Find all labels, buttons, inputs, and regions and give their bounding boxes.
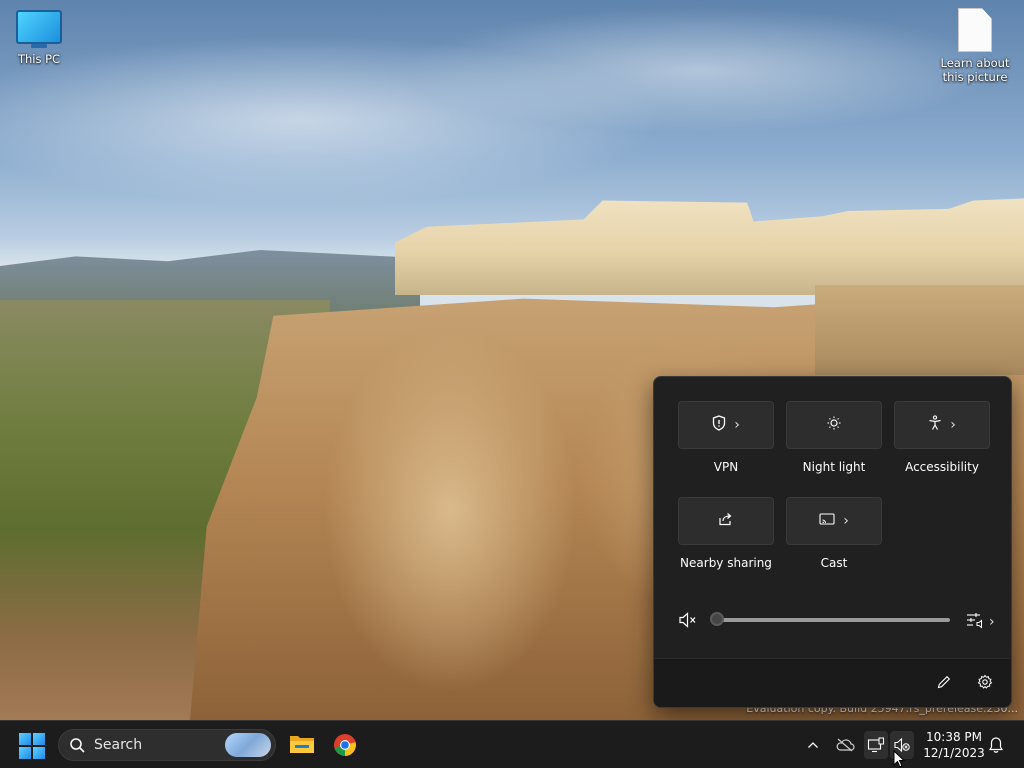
quick-settings-footer	[654, 658, 1011, 707]
vpn-button[interactable]: ›	[678, 401, 774, 449]
taskbar-search-box[interactable]: Search	[58, 729, 276, 761]
mouse-cursor-icon	[893, 749, 906, 772]
accessibility-icon	[928, 415, 942, 435]
cast-label: Cast	[820, 556, 848, 570]
volume-row: ›	[678, 609, 995, 633]
volume-slider-thumb[interactable]	[710, 612, 724, 626]
start-button[interactable]	[19, 733, 45, 759]
audio-mixer-icon	[965, 611, 985, 633]
quick-settings-panel: › VPN Night light › Accessibility Nearby…	[653, 376, 1012, 708]
volume-slider-track[interactable]	[718, 618, 950, 622]
accessibility-tile: › Accessibility	[894, 401, 990, 474]
chevron-right-icon: ›	[734, 417, 740, 433]
wallpaper-bridge	[815, 285, 1024, 375]
this-pc-desktop-icon[interactable]: This PC	[0, 10, 79, 66]
night-light-button[interactable]	[786, 401, 882, 449]
learn-about-picture-label: Learn about this picture	[940, 56, 1010, 84]
pencil-icon[interactable]	[936, 674, 952, 694]
vpn-label: VPN	[713, 460, 739, 474]
night-light-tile: Night light	[786, 401, 882, 474]
document-icon	[958, 8, 992, 52]
volume-muted-icon[interactable]	[678, 611, 698, 633]
wallpaper-town	[395, 198, 1024, 295]
chevron-right-icon: ›	[843, 513, 849, 529]
bell-icon[interactable]	[985, 731, 1007, 759]
sun-icon	[826, 415, 842, 435]
search-label: Search	[94, 737, 143, 753]
gear-icon[interactable]	[977, 674, 993, 694]
nearby-sharing-button[interactable]	[678, 497, 774, 545]
search-icon	[69, 737, 86, 758]
vpn-tile: › VPN	[678, 401, 774, 474]
share-icon	[718, 512, 734, 530]
chevron-right-icon: ›	[950, 417, 956, 433]
this-pc-label: This PC	[17, 52, 61, 66]
search-highlight-image	[225, 733, 271, 757]
taskbar-clock[interactable]: 10:38 PM 12/1/2023	[915, 729, 993, 761]
chrome-icon[interactable]	[333, 733, 357, 761]
nearby-sharing-tile: Nearby sharing	[678, 497, 774, 570]
accessibility-label: Accessibility	[905, 460, 979, 474]
learn-about-picture-desktop-icon[interactable]: Learn about this picture	[935, 8, 1015, 84]
taskbar: Search 10:38 PM 12/1/2023	[0, 720, 1024, 768]
shield-icon	[712, 415, 726, 435]
nearby-sharing-label: Nearby sharing	[680, 556, 772, 570]
clock-date: 12/1/2023	[923, 746, 985, 760]
chevron-right-icon: ›	[989, 614, 995, 630]
cast-tile: › Cast	[786, 497, 882, 570]
onedrive-icon[interactable]	[834, 731, 856, 759]
chevron-up-icon[interactable]	[804, 731, 822, 759]
clock-time: 10:38 PM	[926, 730, 982, 744]
audio-output-button[interactable]: ›	[965, 611, 995, 633]
cast-button[interactable]: ›	[786, 497, 882, 545]
cast-icon	[819, 513, 835, 529]
monitor-icon	[16, 10, 62, 48]
network-icon[interactable]	[864, 731, 888, 759]
accessibility-button[interactable]: ›	[894, 401, 990, 449]
file-explorer-icon[interactable]	[289, 733, 315, 759]
night-light-label: Night light	[802, 460, 866, 474]
windows-logo-icon	[19, 733, 31, 745]
